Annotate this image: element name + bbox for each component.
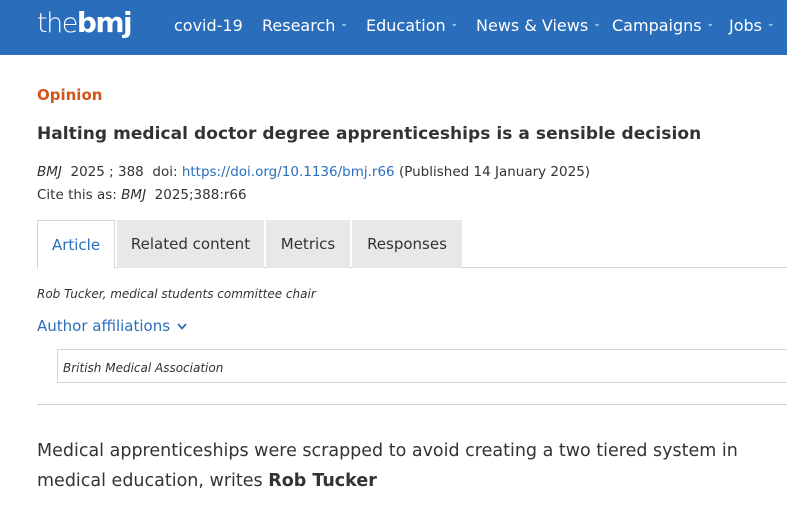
affiliation-box-border bbox=[57, 349, 787, 350]
affiliation-box-border bbox=[57, 382, 787, 383]
chevron-down-icon: ⌄ bbox=[593, 19, 601, 29]
published-date: (Published 14 January 2025) bbox=[398, 164, 591, 180]
chevron-down-icon: ⌄ bbox=[340, 19, 348, 29]
nav-label: Campaigns bbox=[612, 15, 702, 35]
logo-bmj: bmj bbox=[76, 6, 133, 39]
author-affiliations-label: Author affiliations bbox=[37, 317, 171, 335]
cite-as-reference: 2025;388:r66 bbox=[154, 187, 247, 203]
nav-news-views[interactable]: News & Views ⌄ bbox=[476, 0, 601, 50]
article-title: Halting medical doctor degree apprentice… bbox=[37, 124, 702, 144]
chevron-down-icon: ⌄ bbox=[767, 19, 775, 29]
citation-line: BMJ 2025 ; 388 doi: https://doi.org/10.1… bbox=[37, 164, 590, 180]
cite-as-journal: BMJ bbox=[121, 187, 147, 203]
nav-education[interactable]: Education ⌄ bbox=[366, 0, 458, 50]
citation-volume: 388 bbox=[118, 164, 144, 180]
nav-label: covid-19 bbox=[174, 15, 243, 35]
cite-as-label: Cite this as: bbox=[37, 187, 117, 203]
nav-label: Research bbox=[262, 15, 336, 35]
nav-covid-19[interactable]: covid-19 bbox=[174, 0, 243, 50]
article-standfirst: Medical apprenticeships were scrapped to… bbox=[37, 436, 777, 496]
cite-as-line: Cite this as: BMJ 2025;388:r66 bbox=[37, 187, 247, 203]
logo-the: the bbox=[37, 8, 78, 39]
doi-link[interactable]: https://doi.org/10.1136/bmj.r66 bbox=[182, 164, 395, 180]
site-header: the bmj covid-19 Research ⌄ Education ⌄ New… bbox=[0, 0, 787, 55]
standfirst-author: Rob Tucker bbox=[268, 471, 377, 491]
citation-year: 2025 bbox=[70, 164, 105, 180]
tab-metrics[interactable]: Metrics bbox=[266, 220, 350, 268]
nav-campaigns[interactable]: Campaigns ⌄ bbox=[612, 0, 714, 50]
article-type-label: Opinion bbox=[37, 86, 103, 104]
chevron-down-icon bbox=[177, 322, 187, 330]
citation-separator: ; bbox=[109, 164, 114, 180]
affiliation-name: British Medical Association bbox=[63, 361, 224, 375]
tab-article[interactable]: Article bbox=[37, 220, 115, 269]
tab-label: Article bbox=[51, 235, 101, 254]
nav-label: Education bbox=[366, 15, 446, 35]
tab-responses[interactable]: Responses bbox=[352, 220, 462, 268]
doi-label: doi: bbox=[152, 164, 178, 180]
chevron-down-icon: ⌄ bbox=[706, 19, 715, 29]
bmj-logo[interactable]: the bmj bbox=[37, 6, 133, 42]
tab-label: Metrics bbox=[280, 235, 336, 253]
nav-label: Jobs bbox=[729, 15, 762, 35]
section-divider bbox=[37, 404, 787, 405]
nav-research[interactable]: Research ⌄ bbox=[262, 0, 348, 50]
tab-label: Related content bbox=[130, 235, 251, 253]
chevron-down-icon: ⌄ bbox=[450, 19, 459, 29]
standfirst-text: Medical apprenticeships were scrapped to… bbox=[37, 441, 738, 491]
tab-label: Responses bbox=[367, 235, 447, 253]
author-affiliations-toggle[interactable]: Author affiliations bbox=[37, 317, 187, 335]
journal-name: BMJ bbox=[37, 164, 62, 180]
author-line: Rob Tucker, medical students committee c… bbox=[37, 287, 316, 301]
nav-jobs[interactable]: Jobs ⌄ bbox=[729, 0, 775, 50]
tab-related-content[interactable]: Related content bbox=[117, 220, 264, 268]
affiliation-box-border bbox=[57, 349, 58, 383]
nav-label: News & Views bbox=[476, 15, 589, 35]
